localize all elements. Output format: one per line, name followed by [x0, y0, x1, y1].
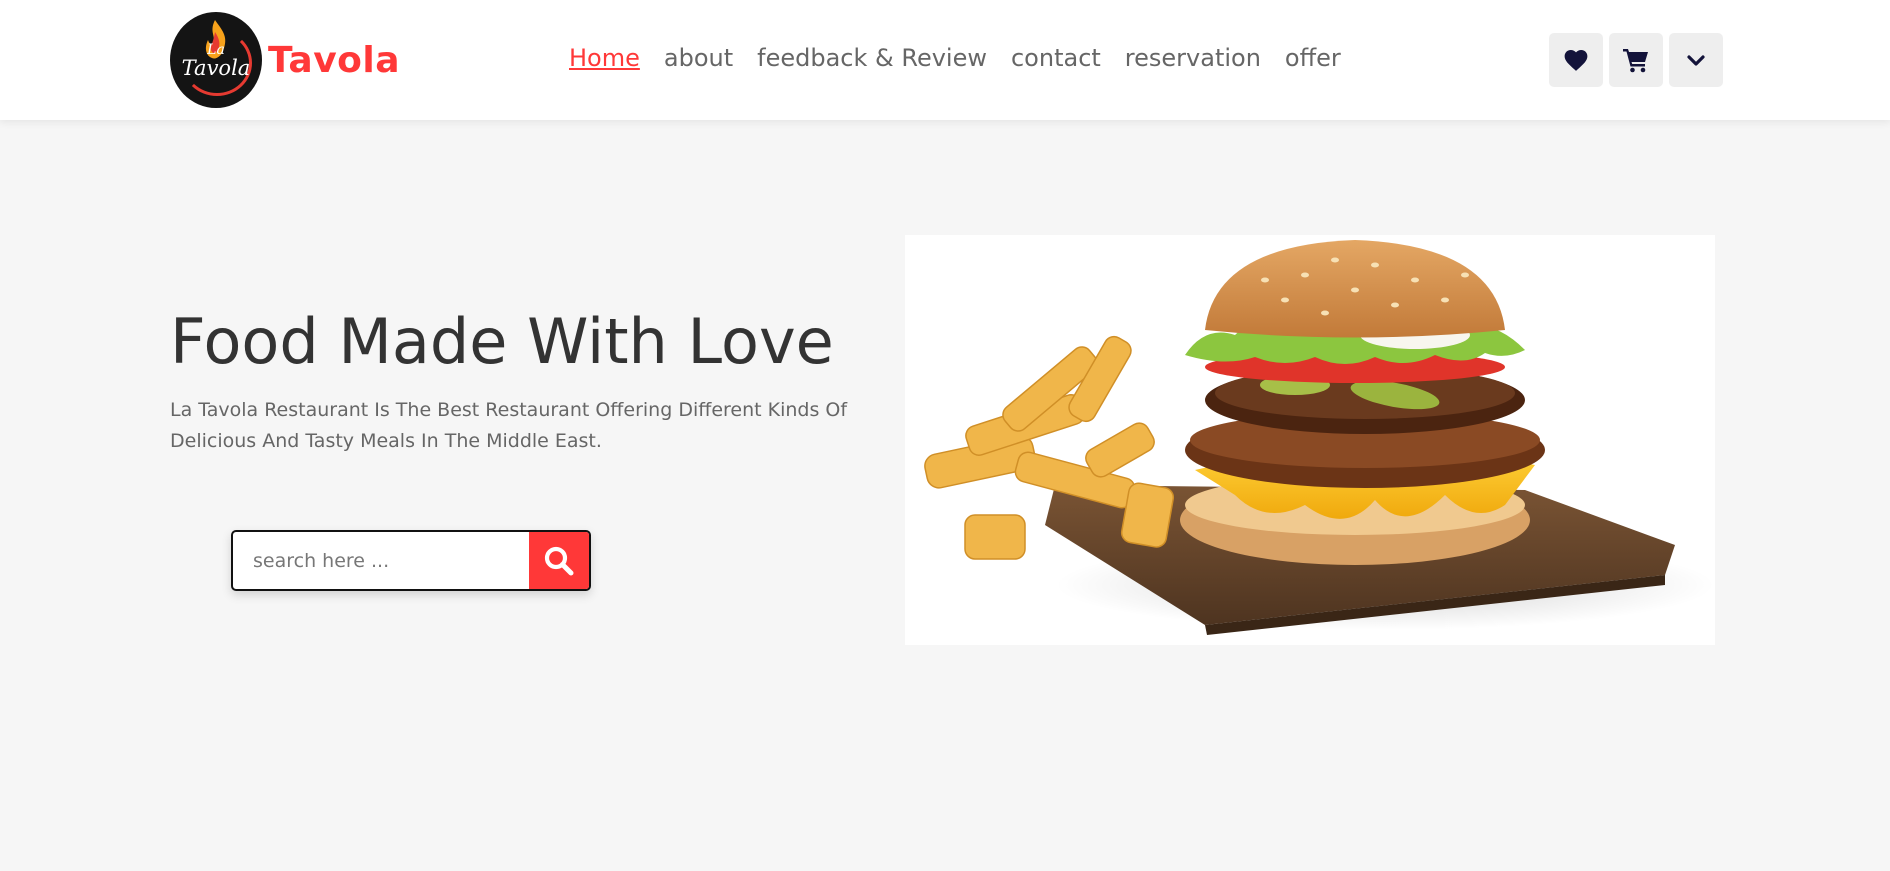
wishlist-button[interactable] — [1549, 33, 1603, 87]
main-nav: Home about feedback & Review contact res… — [569, 44, 1341, 72]
search-icon — [544, 546, 574, 575]
nav-offer[interactable]: offer — [1285, 44, 1341, 72]
cart-button[interactable] — [1609, 33, 1663, 87]
logo[interactable]: La Tavola Tavola — [170, 12, 400, 108]
site-header: La Tavola Tavola Home about feedback & R… — [0, 0, 1890, 120]
header-actions — [1549, 33, 1723, 87]
search-input[interactable] — [233, 532, 529, 589]
logo-text-main: Tavola — [181, 56, 251, 80]
brand-name[interactable]: Tavola — [268, 40, 400, 81]
hero-title: Food Made With Love — [170, 305, 834, 378]
hero-subtitle: La Tavola Restaurant Is The Best Restaur… — [170, 399, 848, 452]
nav-feedback-review[interactable]: feedback & Review — [757, 44, 987, 72]
search-button[interactable] — [529, 532, 589, 589]
nav-about[interactable]: about — [664, 44, 733, 72]
menu-dropdown-button[interactable] — [1669, 33, 1723, 87]
nav-reservation[interactable]: reservation — [1125, 44, 1261, 72]
cart-icon — [1623, 49, 1648, 73]
nav-home[interactable]: Home — [569, 44, 640, 72]
heart-icon — [1564, 50, 1588, 71]
search-box — [231, 530, 591, 591]
nav-contact[interactable]: contact — [1011, 44, 1101, 72]
burger-and-fries-image — [905, 235, 1715, 645]
chevron-down-icon — [1687, 55, 1705, 66]
logo-emblem: La Tavola — [170, 12, 262, 108]
